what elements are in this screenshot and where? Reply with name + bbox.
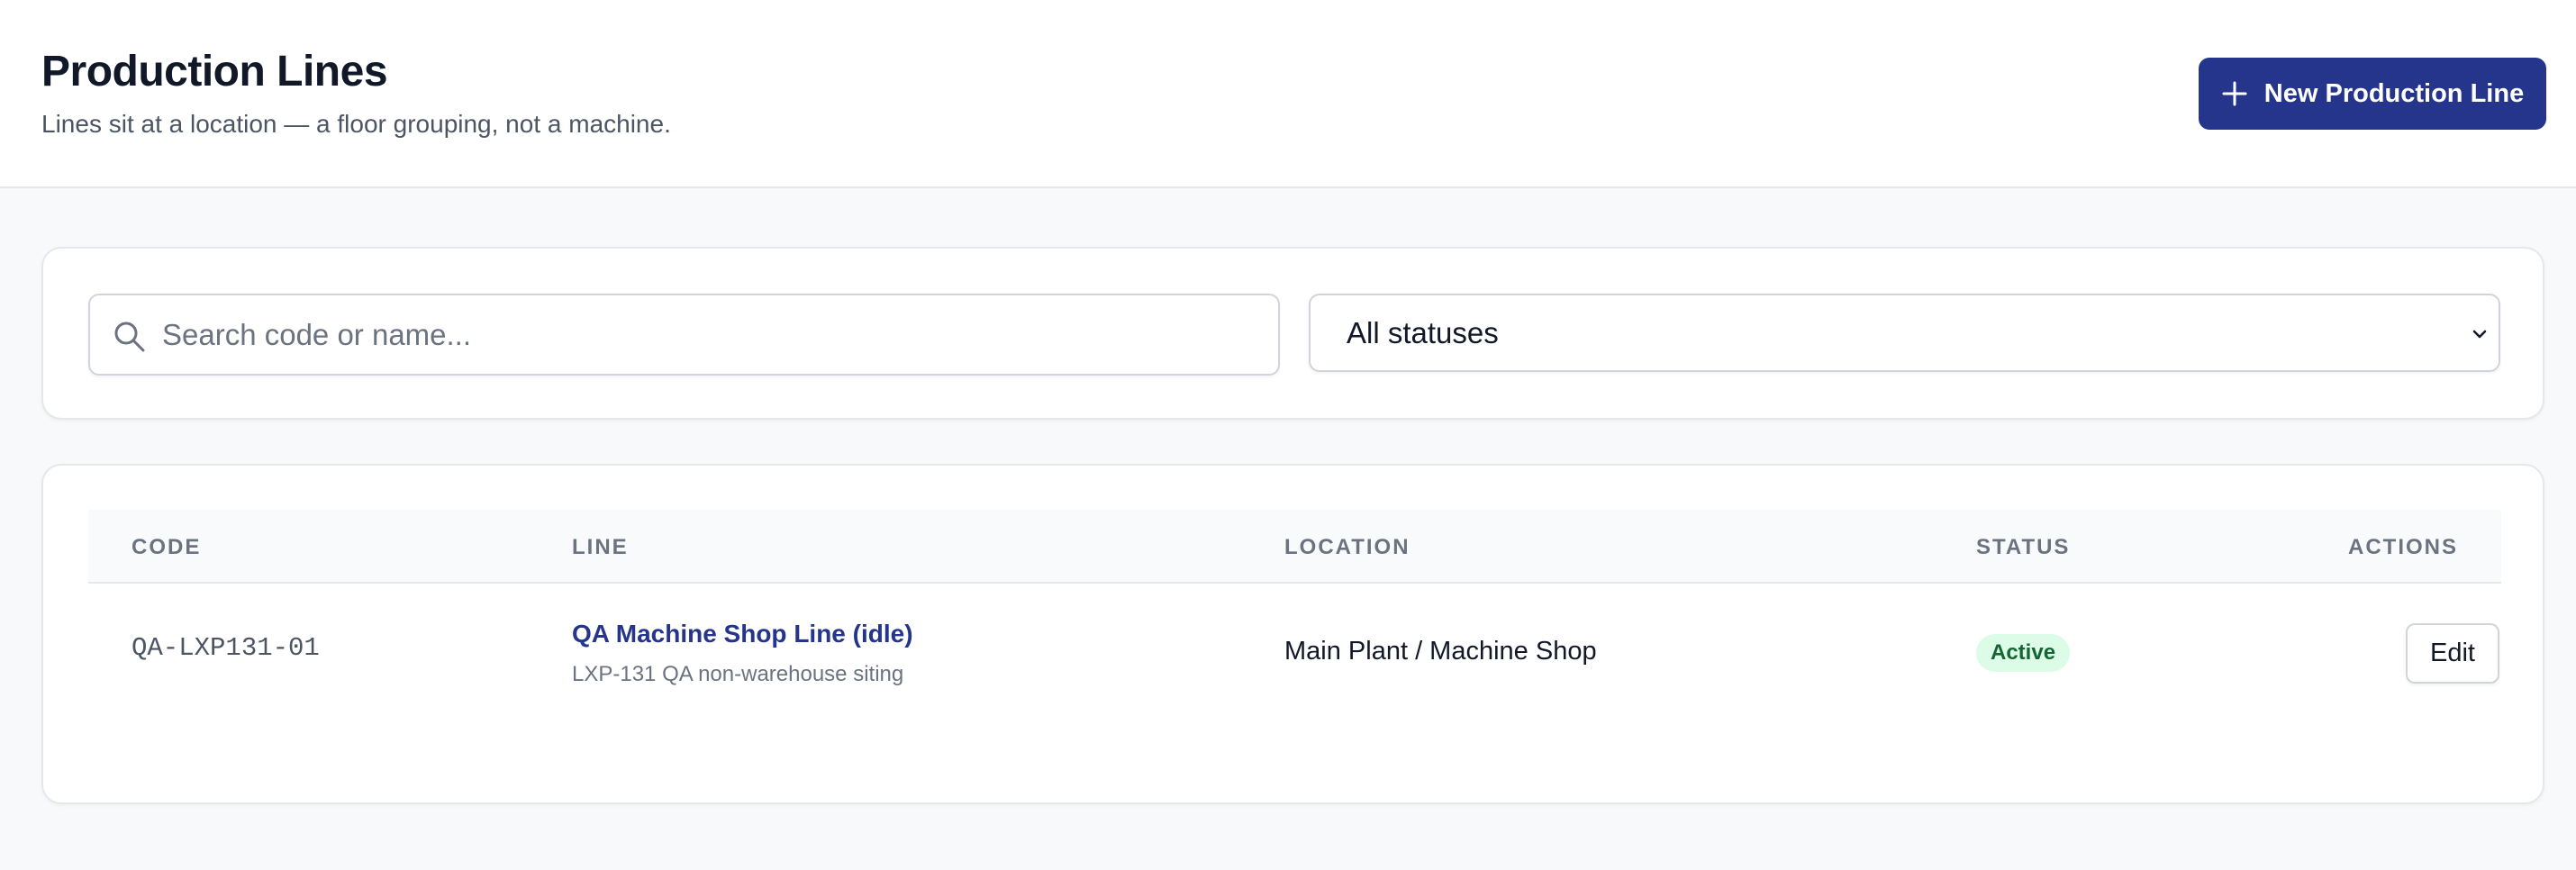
production-lines-table: CODE LINE LOCATION STATUS ACTIONS QA-LXP… — [41, 464, 2544, 804]
plus-icon — [2221, 80, 2248, 107]
line-code: QA-LXP131-01 — [132, 633, 320, 663]
page-title: Production Lines — [41, 48, 388, 95]
edit-button[interactable]: Edit — [2406, 623, 2499, 684]
page-header: Production Lines Lines sit at a location… — [0, 0, 2576, 188]
line-description: LXP-131 QA non-warehouse siting — [572, 662, 904, 686]
line-location: Main Plant / Machine Shop — [1284, 637, 1597, 666]
status-badge: Active — [1976, 634, 2071, 672]
table-row: QA-LXP131-01 QA Machine Shop Line (idle)… — [88, 585, 2501, 720]
status-filter-value: All statuses — [1347, 315, 1499, 349]
column-header-line: LINE — [572, 535, 629, 559]
new-production-line-label: New Production Line — [2263, 78, 2525, 108]
status-filter-select[interactable]: All statuses — [1309, 294, 2500, 372]
line-name-link[interactable]: QA Machine Shop Line (idle) — [572, 620, 913, 648]
search-input[interactable] — [162, 295, 1270, 374]
page-subtitle: Lines sit at a location — a floor groupi… — [41, 110, 671, 138]
search-icon — [113, 321, 146, 358]
new-production-line-button[interactable]: New Production Line — [2199, 58, 2546, 130]
column-header-actions: ACTIONS — [2348, 535, 2458, 559]
filter-card: All statuses — [41, 247, 2544, 420]
table-header: CODE LINE LOCATION STATUS ACTIONS — [88, 510, 2501, 584]
column-header-code: CODE — [132, 535, 202, 559]
search-box[interactable] — [88, 294, 1280, 376]
chevron-down-icon — [2472, 328, 2488, 344]
column-header-location: LOCATION — [1284, 535, 1410, 559]
column-header-status: STATUS — [1976, 535, 2071, 559]
